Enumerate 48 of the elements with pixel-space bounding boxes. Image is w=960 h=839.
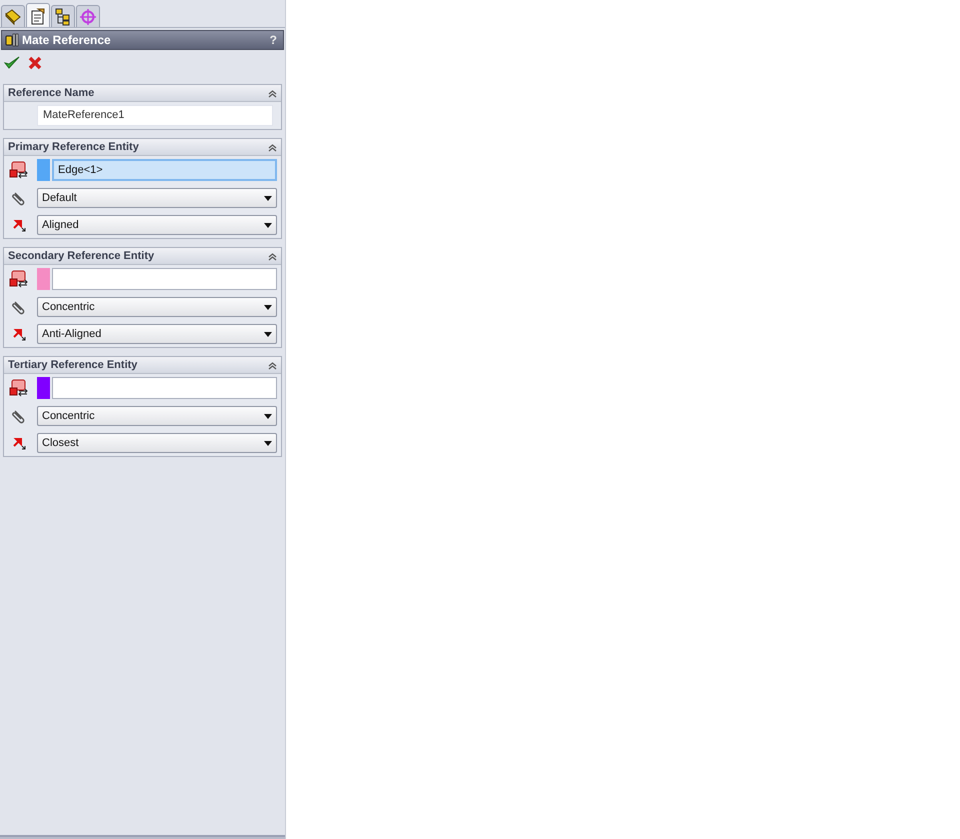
- collapse-icon[interactable]: [268, 88, 277, 98]
- group-header[interactable]: Tertiary Reference Entity: [4, 357, 281, 374]
- property-sheet-icon: [29, 6, 47, 24]
- selection-field[interactable]: [52, 377, 277, 399]
- group-title: Secondary Reference Entity: [8, 248, 154, 264]
- dropdown-arrow-icon: [264, 440, 272, 446]
- group-title: Primary Reference Entity: [8, 140, 139, 155]
- part-icon: [4, 8, 22, 26]
- panel-tab[interactable]: [1, 5, 25, 27]
- panel-tab[interactable]: [51, 5, 75, 27]
- mate-icon: [5, 33, 19, 47]
- collapse-icon[interactable]: [268, 252, 277, 260]
- mate-type-dropdown[interactable]: Default: [37, 188, 277, 208]
- selection-field[interactable]: Edge<1>: [52, 159, 277, 181]
- collapse-icon[interactable]: [268, 142, 277, 152]
- group-title: Tertiary Reference Entity: [8, 358, 138, 373]
- mate-type-dropdown[interactable]: Concentric: [37, 406, 277, 426]
- group-header[interactable]: Secondary Reference Entity: [4, 248, 281, 265]
- dropdown-arrow-icon: [264, 304, 272, 310]
- name-field[interactable]: MateReference1: [37, 105, 273, 126]
- dropdown-arrow-icon: [264, 196, 272, 200]
- panel-title: Mate Reference: [22, 32, 112, 49]
- alignment-arrows-icon: [10, 217, 26, 233]
- dropdown-arrow-icon: [264, 332, 272, 336]
- cancel-icon[interactable]: [28, 56, 42, 70]
- alignment-arrows-icon: [10, 326, 26, 342]
- paperclip-icon: [10, 190, 26, 206]
- alignment-dropdown[interactable]: Anti-Aligned: [37, 324, 277, 344]
- selection-icon: [8, 379, 28, 397]
- group-header[interactable]: Primary Reference Entity: [4, 139, 281, 156]
- paperclip-icon: [10, 299, 26, 315]
- alignment-dropdown[interactable]: Aligned: [37, 215, 277, 235]
- ok-icon[interactable]: [4, 56, 20, 70]
- alignment-arrows-icon: [10, 435, 26, 451]
- dropdown-arrow-icon: [264, 222, 272, 228]
- dropdown-arrow-icon: [264, 414, 272, 418]
- collapse-icon[interactable]: [268, 360, 277, 370]
- paperclip-icon: [10, 408, 26, 424]
- group-title: Reference Name: [8, 86, 94, 101]
- selection-icon: [8, 270, 28, 288]
- group-header[interactable]: Reference Name: [4, 85, 281, 102]
- mate-type-dropdown[interactable]: Concentric: [37, 297, 277, 317]
- selection-icon: [8, 161, 28, 179]
- alignment-dropdown[interactable]: Closest: [37, 433, 277, 453]
- panel-tab[interactable]: [26, 3, 50, 27]
- crosshair-icon: [79, 8, 97, 26]
- configuration-tree-icon: [54, 8, 72, 26]
- selection-field[interactable]: [52, 268, 277, 290]
